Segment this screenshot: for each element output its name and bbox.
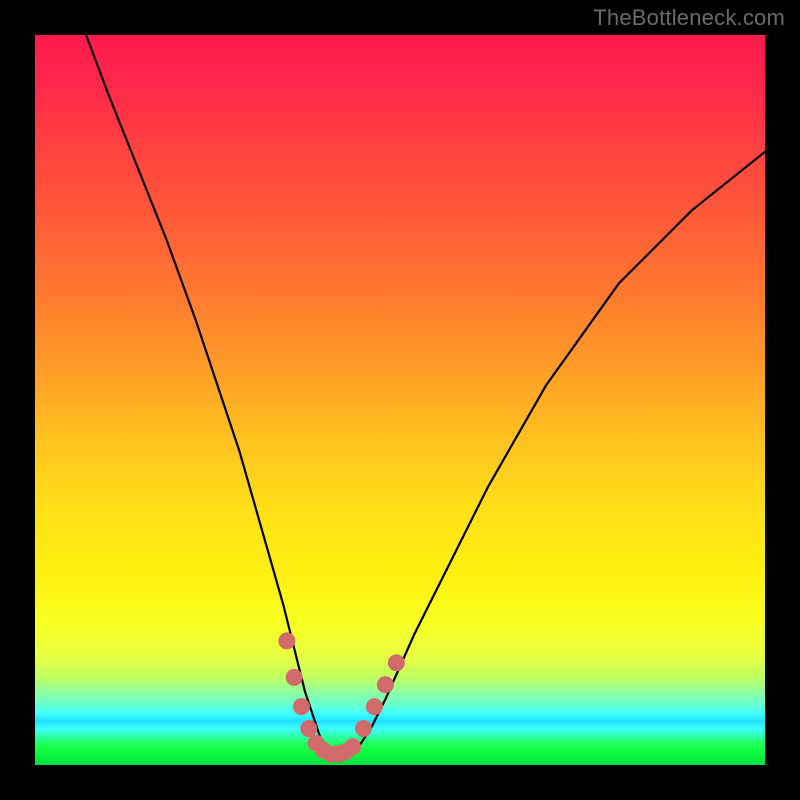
optimum-marker — [293, 698, 310, 715]
curve-layer — [35, 35, 765, 765]
optimum-marker — [344, 738, 361, 755]
optimum-marker — [300, 720, 317, 737]
optimum-marker — [377, 676, 394, 693]
optimum-marker — [286, 669, 303, 686]
optimum-marker — [278, 632, 295, 649]
bottleneck-curve — [86, 35, 765, 758]
plot-area — [35, 35, 765, 765]
optimum-marker — [388, 654, 405, 671]
optimum-marker — [355, 720, 372, 737]
chart-frame: TheBottleneck.com — [0, 0, 800, 800]
optimum-marker — [366, 698, 383, 715]
watermark-text: TheBottleneck.com — [593, 5, 785, 31]
